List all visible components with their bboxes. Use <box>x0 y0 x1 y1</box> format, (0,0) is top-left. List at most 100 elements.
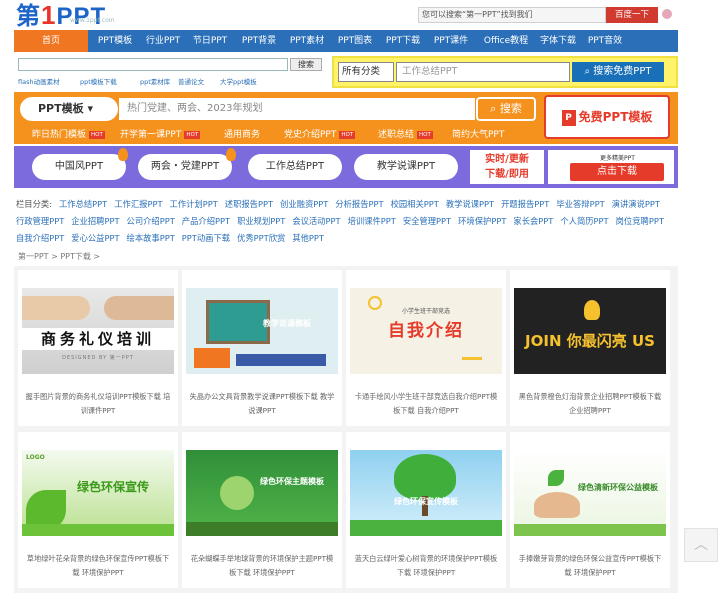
site-logo[interactable]: 第1PPT <box>16 2 106 30</box>
banner-pill-chinese[interactable]: 中国风PPT <box>32 154 126 180</box>
category-link[interactable]: 自我介绍PPT <box>16 233 64 243</box>
hot-link[interactable]: 昨日热门模板 HOT <box>32 127 105 140</box>
back-to-top-button[interactable]: ︿ <box>684 528 718 562</box>
template-thumbnail[interactable]: 绿色环保宣传模板 <box>350 450 502 536</box>
category-link[interactable]: 培训课件PPT <box>348 216 396 226</box>
nav-font-download[interactable]: 字体下载 <box>536 30 580 52</box>
template-card[interactable]: 绿色环保主题模板 花朵蝴蝶手举地球背景的环境保护主题PPT模板下载 环境保护PP… <box>182 432 342 588</box>
hot-link[interactable]: 述职总结 HOT <box>378 127 433 140</box>
free-template-button[interactable]: P 免费PPT模板 <box>544 95 670 139</box>
category-link[interactable]: 企业招聘PPT <box>71 216 119 226</box>
nav-ppt-materials[interactable]: PPT素材 <box>284 30 330 52</box>
nav-ppt-charts[interactable]: PPT图表 <box>332 30 378 52</box>
tag-link[interactable]: 普通论文 <box>178 76 204 86</box>
banner-pill-teaching[interactable]: 教学说课PPT <box>354 154 458 180</box>
category-link[interactable]: 优秀PPT欣赏 <box>237 233 285 243</box>
category-link[interactable]: 其他PPT <box>292 233 324 243</box>
hot-link[interactable]: 通用商务 <box>224 127 260 140</box>
category-link[interactable]: 行政管理PPT <box>16 216 64 226</box>
category-link[interactable]: 个人简历PPT <box>560 216 608 226</box>
category-link[interactable]: 绘本故事PPT <box>127 233 175 243</box>
category-link[interactable]: 岗位竞聘PPT <box>616 216 664 226</box>
nav-ppt-download[interactable]: PPT下载 <box>380 30 426 52</box>
category-link[interactable]: 创业融资PPT <box>280 199 328 209</box>
template-card[interactable]: JOIN 你最闪亮 US 黑色背景橙色灯泡背景企业招聘PPT模板下载 企业招聘P… <box>510 270 670 426</box>
click-download-button[interactable]: 点击下载 <box>570 163 664 181</box>
category-link[interactable]: 校园相关PPT <box>391 199 439 209</box>
category-link[interactable]: 开题报告PPT <box>501 199 549 209</box>
category-link[interactable]: 工作汇报PPT <box>114 199 162 209</box>
nav-ppt-courseware[interactable]: PPT课件 <box>428 30 474 52</box>
category-link[interactable]: 工作总结PPT <box>59 199 107 209</box>
category-select[interactable]: 所有分类 <box>338 62 394 82</box>
template-search-button[interactable]: ⌕ 搜索 <box>476 97 536 121</box>
category-link[interactable]: 教学说课PPT <box>446 199 494 209</box>
hot-link[interactable]: 简约大气PPT <box>452 127 504 140</box>
category-link[interactable]: 家长会PPT <box>513 216 553 226</box>
nav-ppt-backgrounds[interactable]: PPT背景 <box>236 30 282 52</box>
category-link[interactable]: 述职报告PPT <box>225 199 273 209</box>
baidu-search-button[interactable]: 百度一下 <box>606 7 658 23</box>
tag-link[interactable]: ppt模板下载 <box>80 76 117 86</box>
template-card[interactable]: 小学生班干部竞选 自我介绍 卡通手绘风小学生班干部竞选自我介绍PPT模板下载 自… <box>346 270 506 426</box>
category-link[interactable]: 毕业答辩PPT <box>556 199 604 209</box>
category-link[interactable]: 演讲演说PPT <box>612 199 660 209</box>
template-thumbnail[interactable]: LOGO 绿色环保宣传 <box>22 450 174 536</box>
nav-ppt-templates[interactable]: PPT模板 <box>92 30 138 52</box>
template-caption[interactable]: 握手图片背景的商务礼仪培训PPT模板下载 培训课件PPT <box>24 390 172 418</box>
tree-shape <box>394 454 456 500</box>
category-link[interactable]: 工作计划PPT <box>170 199 218 209</box>
baidu-search-input[interactable]: 您可以搜索“第一PPT”找到我们 <box>418 7 606 23</box>
template-caption[interactable]: 花朵蝴蝶手举地球背景的环境保护主题PPT模板下载 环境保护PPT <box>188 552 336 580</box>
site-search-input[interactable] <box>18 58 288 71</box>
tag-link[interactable]: ppt素材库 <box>140 76 170 86</box>
category-link[interactable]: 分析报告PPT <box>335 199 383 209</box>
grass-shape <box>514 524 666 536</box>
template-thumbnail[interactable]: 小学生班干部竞选 自我介绍 <box>350 288 502 374</box>
template-thumbnail[interactable]: 绿色清新环保公益模板 <box>514 450 666 536</box>
site-search-button[interactable]: 搜索 <box>290 58 322 71</box>
download-box: 更多精美PPT 点击下载 <box>548 150 674 184</box>
template-caption[interactable]: 手捧嫩芽背景的绿色环保公益宣传PPT模板下载 环境保护PPT <box>516 552 664 580</box>
tag-link[interactable]: 大学ppt模板 <box>220 76 257 86</box>
template-thumbnail[interactable]: JOIN 你最闪亮 US <box>514 288 666 374</box>
template-card[interactable]: 绿色环保宣传模板 蓝天白云绿叶爱心树背景的环境保护PPT模板下载 环境保护PPT <box>346 432 506 588</box>
breadcrumb[interactable]: 第一PPT > PPT下载 > <box>18 251 100 262</box>
tag-link[interactable]: flash动画素材 <box>18 76 60 86</box>
nav-home[interactable]: 首页 <box>14 30 88 52</box>
free-search-button[interactable]: ⌕ 搜索免费PPT <box>572 62 664 82</box>
template-card[interactable]: 商务礼仪培训 DESIGNED BY 第一PPT 握手图片背景的商务礼仪培训PP… <box>18 270 178 426</box>
template-category-select[interactable]: PPT模板 ▾ <box>20 97 118 121</box>
hot-link[interactable]: 党史介绍PPT HOT <box>284 127 356 140</box>
category-link[interactable]: 公司介绍PPT <box>127 216 175 226</box>
category-link[interactable]: 职业规划PPT <box>237 216 285 226</box>
template-caption[interactable]: 失晶办公文具背景教学说课PPT模板下载 教学说课PPT <box>188 390 336 418</box>
category-link[interactable]: 环境保护PPT <box>458 216 506 226</box>
banner-pill-summary[interactable]: 工作总结PPT <box>248 154 342 180</box>
category-link[interactable]: 爱心公益PPT <box>71 233 119 243</box>
nav-industry-ppt[interactable]: 行业PPT <box>141 30 185 52</box>
template-caption[interactable]: 黑色背景橙色灯泡背景企业招聘PPT模板下载 企业招聘PPT <box>516 390 664 418</box>
banner-pill-party[interactable]: 两会・党建PPT <box>138 154 232 180</box>
template-card[interactable]: 绿色清新环保公益模板 手捧嫩芽背景的绿色环保公益宣传PPT模板下载 环境保护PP… <box>510 432 670 588</box>
template-caption[interactable]: 卡通手绘风小学生班干部竞选自我介绍PPT模板下载 自我介绍PPT <box>352 390 500 418</box>
template-search-input[interactable]: 热门党建、两会、2023年规划 <box>118 97 476 121</box>
template-caption[interactable]: 草地绿叶花朵背景的绿色环保宣传PPT模板下载 环境保护PPT <box>24 552 172 580</box>
powerpoint-icon: P <box>561 109 576 126</box>
template-card[interactable]: LOGO 绿色环保宣传 草地绿叶花朵背景的绿色环保宣传PPT模板下载 环境保护P… <box>18 432 178 588</box>
hot-badge: HOT <box>417 130 433 139</box>
hot-link[interactable]: 开学第一课PPT HOT <box>120 127 201 140</box>
template-caption[interactable]: 蓝天白云绿叶爱心树背景的环境保护PPT模板下载 环境保护PPT <box>352 552 500 580</box>
nav-office-tutorial[interactable]: Office教程 <box>476 30 536 52</box>
category-link[interactable]: PPT动画下载 <box>182 233 230 243</box>
category-link[interactable]: 安全管理PPT <box>403 216 451 226</box>
template-thumbnail[interactable]: 教学说课模板 <box>186 288 338 374</box>
nav-ppt-sound[interactable]: PPT音效 <box>582 30 628 52</box>
free-search-input[interactable]: 工作总结PPT <box>396 62 570 82</box>
category-link[interactable]: 产品介绍PPT <box>182 216 230 226</box>
template-card[interactable]: 教学说课模板 失晶办公文具背景教学说课PPT模板下载 教学说课PPT <box>182 270 342 426</box>
template-thumbnail[interactable]: 绿色环保主题模板 <box>186 450 338 536</box>
template-thumbnail[interactable]: 商务礼仪培训 DESIGNED BY 第一PPT <box>22 288 174 374</box>
nav-festival-ppt[interactable]: 节日PPT <box>188 30 232 52</box>
category-link[interactable]: 会议活动PPT <box>292 216 340 226</box>
